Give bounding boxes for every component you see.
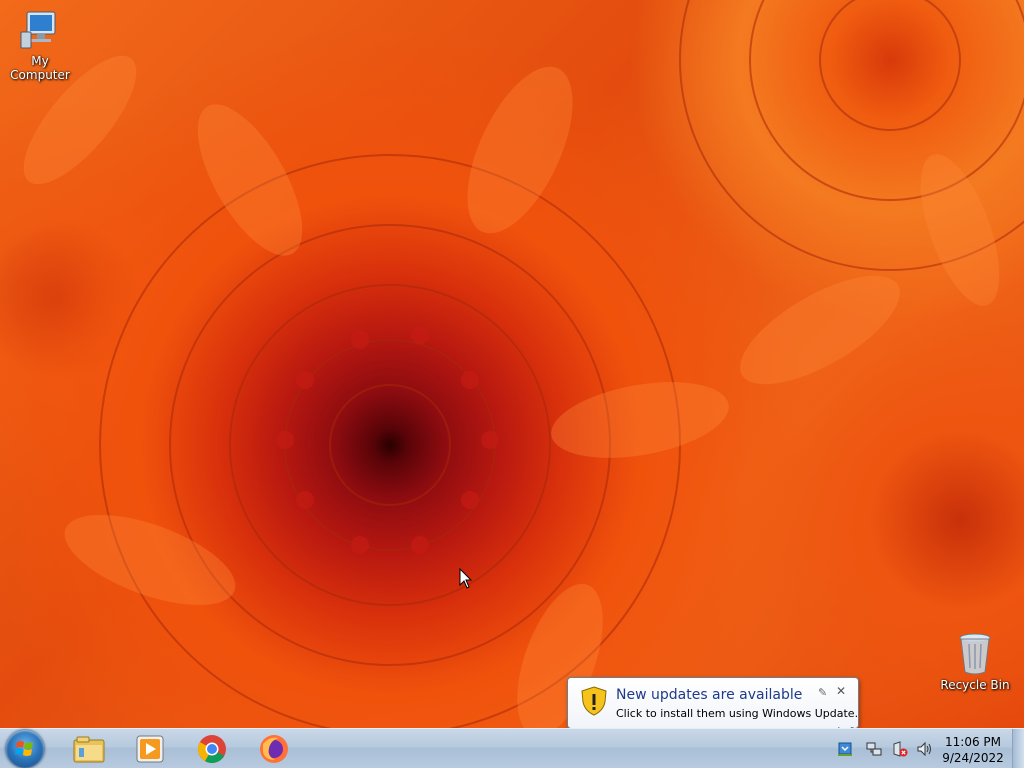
windows-update-icon[interactable] [837, 741, 853, 757]
taskbar-media-player[interactable] [125, 731, 175, 766]
recycle-bin-icon [959, 633, 991, 675]
computer-icon [20, 11, 56, 49]
desktop-icon-label: My Computer [10, 54, 70, 82]
desktop[interactable]: My Computer Recycle Bin [0, 0, 1024, 728]
close-icon[interactable]: ✕ [836, 684, 846, 698]
volume-icon[interactable] [916, 741, 932, 757]
network-icon[interactable] [866, 741, 882, 757]
taskbar-file-explorer[interactable] [64, 731, 114, 766]
taskbar-clock[interactable]: 11:06 PM 9/24/2022 [932, 734, 1014, 766]
action-center-icon[interactable] [892, 741, 908, 757]
notification-text: Click to install them using Windows Upda… [616, 707, 859, 720]
mouse-cursor-icon [459, 568, 473, 589]
media-player-icon [136, 735, 164, 762]
update-notification-balloon[interactable]: New updates are available Click to insta… [567, 677, 859, 741]
desktop-icon-my-computer[interactable]: My Computer [0, 8, 80, 82]
wallpaper-flower [23, 0, 1024, 728]
desktop-icon-label: Recycle Bin [940, 678, 1010, 692]
show-desktop-button[interactable] [1012, 729, 1024, 768]
start-button[interactable] [6, 730, 44, 768]
clock-time: 11:06 PM [945, 735, 1001, 749]
clock-date: 9/24/2022 [942, 751, 1004, 765]
warning-shield-icon [581, 686, 607, 716]
notification-title: New updates are available [616, 687, 803, 703]
taskbar: 11:06 PM 9/24/2022 [0, 728, 1024, 768]
taskbar-firefox[interactable] [249, 731, 299, 766]
taskbar-chrome[interactable] [187, 731, 237, 766]
chrome-icon [198, 734, 226, 763]
folder-icon [73, 736, 105, 762]
pin-icon[interactable]: ✎ [818, 686, 827, 699]
windows-logo-icon [15, 741, 33, 756]
firefox-icon [260, 734, 288, 763]
desktop-icon-recycle-bin[interactable]: Recycle Bin [935, 632, 1015, 692]
